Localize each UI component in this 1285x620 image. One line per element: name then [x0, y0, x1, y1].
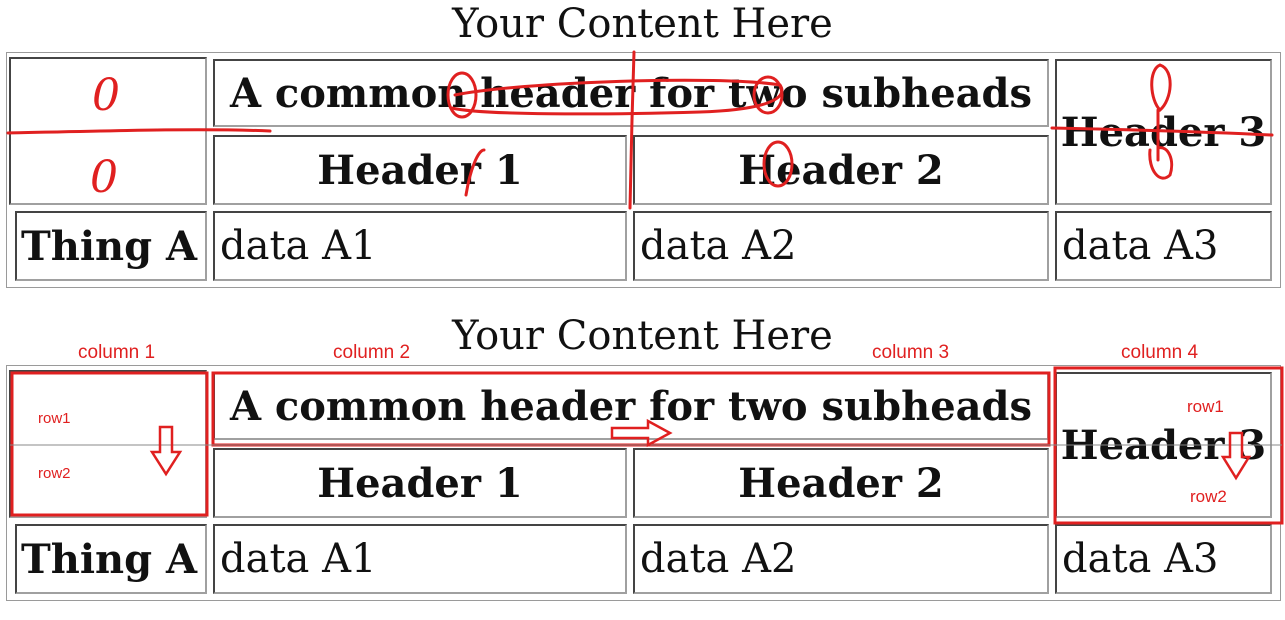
row1-left-label: row1: [38, 410, 71, 427]
row1-right-label: row1: [1187, 397, 1224, 416]
column-3-label: column 3: [872, 342, 950, 363]
column-4-label: column 4: [1121, 342, 1199, 363]
column-1-label: column 1: [78, 342, 156, 363]
merged-header-highlight-box: [211, 371, 1051, 447]
column1-highlight-box: [10, 371, 209, 517]
down-arrow-right-icon: [1220, 431, 1252, 481]
column-2-label: column 2: [333, 342, 411, 363]
right-arrow-icon: [610, 418, 673, 448]
row2-right-label: row2: [1190, 487, 1227, 506]
annotation-layer-bottom: [10, 366, 1284, 525]
row2-left-label: row2: [38, 465, 71, 482]
down-arrow-left-icon: [149, 425, 183, 477]
